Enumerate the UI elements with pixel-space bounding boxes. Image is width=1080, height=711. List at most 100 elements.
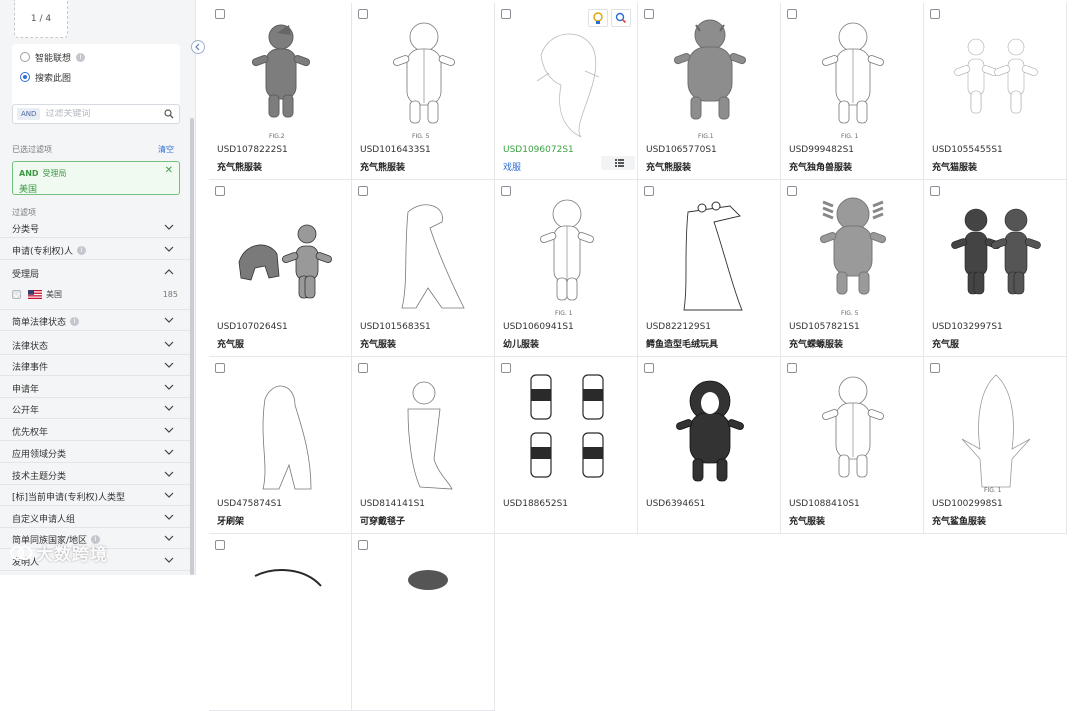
- patent-title[interactable]: 充气蝾螈服装: [789, 337, 843, 350]
- patent-drawing-image[interactable]: [368, 369, 480, 495]
- chevron-up-icon[interactable]: [164, 267, 174, 277]
- select-checkbox[interactable]: [787, 9, 797, 19]
- publication-number[interactable]: USD188652S1: [503, 499, 568, 509]
- result-card[interactable]: USD822129S1 鳄鱼造型毛绒玩具: [638, 180, 781, 357]
- publication-number[interactable]: USD1016433S1: [360, 145, 431, 155]
- image-search-icon[interactable]: [611, 9, 631, 27]
- publication-number[interactable]: USD1002998S1: [932, 499, 1003, 509]
- chevron-down-icon[interactable]: [164, 533, 174, 543]
- filter-option[interactable]: 美国 185: [12, 288, 178, 300]
- operator-chip[interactable]: AND: [17, 108, 41, 120]
- select-checkbox[interactable]: [644, 186, 654, 196]
- patent-drawing-image[interactable]: [511, 369, 623, 495]
- result-card[interactable]: FIG.2 USD1078222S1 充气熊服装: [209, 3, 352, 180]
- filter-row[interactable]: 公开年: [0, 398, 190, 419]
- publication-number[interactable]: USD1070264S1: [217, 322, 288, 332]
- publication-number[interactable]: USD1015683S1: [360, 322, 431, 332]
- select-checkbox[interactable]: [501, 363, 511, 373]
- close-icon[interactable]: ✕: [165, 165, 173, 176]
- select-checkbox[interactable]: [930, 186, 940, 196]
- patent-drawing-image[interactable]: [225, 15, 337, 141]
- publication-number[interactable]: USD1065770S1: [646, 145, 717, 155]
- select-checkbox[interactable]: [644, 363, 654, 373]
- filter-row[interactable]: 申请年: [0, 377, 190, 398]
- patent-title[interactable]: 充气服装: [789, 514, 825, 527]
- patent-drawing-image[interactable]: [940, 369, 1052, 495]
- chevron-down-icon[interactable]: [164, 382, 174, 392]
- patent-title[interactable]: 充气独角兽服装: [789, 160, 852, 173]
- patent-drawing-image[interactable]: [654, 192, 766, 318]
- select-checkbox[interactable]: [930, 363, 940, 373]
- chevron-down-icon[interactable]: [164, 512, 174, 522]
- result-card[interactable]: USD1070264S1 充气服: [209, 180, 352, 357]
- result-card[interactable]: USD1096072S1 戏服: [495, 3, 638, 180]
- result-card[interactable]: USD1088410S1 充气服装: [781, 357, 924, 534]
- result-card[interactable]: USD1015683S1 充气服装: [352, 180, 495, 357]
- patent-drawing-image[interactable]: [225, 192, 337, 318]
- chevron-down-icon[interactable]: [164, 447, 174, 457]
- patent-title[interactable]: 充气服: [217, 337, 244, 350]
- patent-drawing-image[interactable]: [940, 192, 1052, 318]
- patent-drawing-image[interactable]: [797, 15, 909, 141]
- list-icon[interactable]: [601, 156, 635, 170]
- patent-drawing-image[interactable]: [940, 15, 1052, 141]
- filter-row[interactable]: 自定义申请人组: [0, 507, 190, 528]
- select-checkbox[interactable]: [787, 186, 797, 196]
- result-card[interactable]: [352, 534, 495, 711]
- select-checkbox[interactable]: [358, 540, 368, 550]
- info-icon[interactable]: i: [70, 317, 80, 326]
- select-checkbox[interactable]: [501, 186, 511, 196]
- patent-drawing-image[interactable]: [225, 546, 337, 672]
- select-checkbox[interactable]: [215, 186, 225, 196]
- patent-title[interactable]: 充气熊服装: [217, 160, 262, 173]
- publication-number[interactable]: USD1096072S1: [503, 145, 574, 155]
- result-card[interactable]: USD1055455S1 充气猫服装: [924, 3, 1067, 180]
- image-upload-counter[interactable]: 1 / 4: [14, 0, 68, 38]
- select-checkbox[interactable]: [358, 9, 368, 19]
- result-card[interactable]: FIG.1 USD1065770S1 充气熊服装: [638, 3, 781, 180]
- publication-number[interactable]: USD1088410S1: [789, 499, 860, 509]
- select-checkbox[interactable]: [215, 9, 225, 19]
- filter-row[interactable]: 技术主题分类: [0, 464, 190, 485]
- patent-drawing-image[interactable]: [511, 192, 623, 318]
- chevron-down-icon[interactable]: [164, 469, 174, 479]
- patent-drawing-image[interactable]: [797, 369, 909, 495]
- select-checkbox[interactable]: [215, 540, 225, 550]
- patent-title[interactable]: 戏服: [503, 160, 521, 173]
- result-card[interactable]: USD1032997S1 充气服: [924, 180, 1067, 357]
- patent-title[interactable]: 幼儿服装: [503, 337, 539, 350]
- patent-title[interactable]: 充气熊服装: [646, 160, 691, 173]
- radio-icon[interactable]: [20, 52, 30, 62]
- patent-title[interactable]: 充气熊服装: [360, 160, 405, 173]
- publication-number[interactable]: USD63946S1: [646, 499, 705, 509]
- select-checkbox[interactable]: [358, 186, 368, 196]
- patent-drawing-image[interactable]: [368, 546, 480, 672]
- patent-drawing-image[interactable]: [654, 369, 766, 495]
- result-card[interactable]: USD814141S1 可穿戴毯子: [352, 357, 495, 534]
- result-card[interactable]: USD188652S1: [495, 357, 638, 534]
- select-checkbox[interactable]: [930, 9, 940, 19]
- chevron-down-icon[interactable]: [164, 339, 174, 349]
- publication-number[interactable]: USD999482S1: [789, 145, 854, 155]
- patent-drawing-image[interactable]: [797, 192, 909, 318]
- filter-row[interactable]: 法律状态: [0, 334, 190, 355]
- result-card[interactable]: FIG. 5 USD1016433S1 充气熊服装: [352, 3, 495, 180]
- chevron-down-icon[interactable]: [164, 403, 174, 413]
- chevron-down-icon[interactable]: [164, 244, 174, 254]
- mode-this-image[interactable]: 搜索此图: [20, 70, 71, 84]
- chevron-down-icon[interactable]: [164, 222, 174, 232]
- patent-drawing-image[interactable]: [654, 15, 766, 141]
- patent-title[interactable]: 充气鲨鱼服装: [932, 514, 986, 527]
- filter-row[interactable]: 分类号: [0, 217, 190, 238]
- filter-row[interactable]: 简单法律状态 i: [0, 310, 190, 331]
- result-card[interactable]: FIG. 1 USD1060941S1 幼儿服装: [495, 180, 638, 357]
- filter-keyword-input[interactable]: [45, 109, 156, 119]
- info-icon[interactable]: i: [77, 246, 87, 255]
- publication-number[interactable]: USD1060941S1: [503, 322, 574, 332]
- publication-number[interactable]: USD1055455S1: [932, 145, 1003, 155]
- patent-drawing-image[interactable]: [368, 192, 480, 318]
- result-card[interactable]: USD63946S1: [638, 357, 781, 534]
- filter-row[interactable]: 受理局 美国 185: [0, 262, 190, 310]
- chevron-down-icon[interactable]: [164, 315, 174, 325]
- patent-title[interactable]: 牙刷架: [217, 514, 244, 527]
